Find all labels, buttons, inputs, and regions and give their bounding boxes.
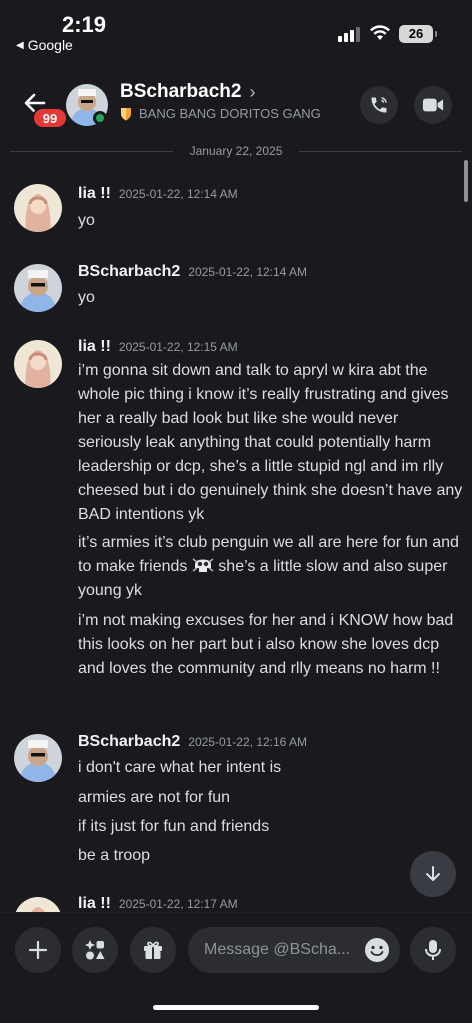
message-author[interactable]: BScharbach2 2025-01-22, 12:14 AM	[78, 263, 307, 281]
video-call-button[interactable]	[414, 86, 452, 124]
avatar[interactable]	[14, 340, 62, 388]
shield-tag-icon	[121, 107, 131, 120]
avatar[interactable]	[14, 264, 62, 312]
back-triangle-icon: ◀	[16, 39, 24, 51]
server-tag-label: BANG BANG DORITOS GANG	[139, 106, 321, 121]
message-text: yo	[78, 289, 95, 306]
message-text: if its just for fun and friends	[78, 818, 270, 835]
message-input-placeholder: Message @BScha...	[204, 941, 351, 958]
smiley-icon[interactable]	[364, 937, 390, 963]
date-divider: January 22, 2025	[10, 143, 462, 159]
dm-username: BScharbach2	[120, 81, 242, 102]
scrollbar[interactable]	[464, 160, 468, 202]
wifi-icon	[370, 25, 390, 40]
message-timestamp: 2025-01-22, 12:15 AM	[118, 340, 238, 354]
jump-to-latest-button[interactable]	[410, 851, 456, 897]
message-timestamp: 2025-01-22, 12:14 AM	[118, 187, 238, 201]
message-author[interactable]: BScharbach2 2025-01-22, 12:16 AM	[78, 733, 307, 751]
server-tag: BANG BANG DORITOS GANG	[120, 106, 321, 121]
message-author[interactable]: lia !! 2025-01-22, 12:15 AM	[78, 338, 238, 356]
apps-button[interactable]	[72, 927, 118, 973]
plus-icon	[28, 940, 48, 960]
online-status-dot	[93, 111, 107, 125]
gift-button[interactable]	[130, 927, 176, 973]
message-input[interactable]: Message @BScha...	[188, 927, 400, 973]
back-app-label: Google	[27, 37, 73, 53]
arrow-down-icon	[426, 866, 440, 881]
avatar[interactable]	[14, 734, 62, 782]
message-timestamp: 2025-01-22, 12:14 AM	[188, 265, 308, 279]
message-text: i’m not making excuses for her and i KNO…	[78, 612, 454, 677]
video-icon	[422, 98, 444, 112]
phone-icon	[371, 97, 387, 113]
battery-indicator: 26	[399, 25, 437, 43]
message-author[interactable]: lia !! 2025-01-22, 12:14 AM	[78, 185, 238, 203]
message-group: lia !! 2025-01-22, 12:17 AM	[0, 893, 472, 912]
message-timestamp: 2025-01-22, 12:16 AM	[188, 735, 308, 749]
message-text: armies are not for fun	[78, 789, 231, 806]
message-author[interactable]: lia !! 2025-01-22, 12:17 AM	[78, 895, 238, 912]
apps-icon	[85, 940, 105, 960]
status-bar: 2:19 ◀ Google 26	[0, 0, 472, 60]
message-text: be a troop	[78, 847, 151, 864]
home-indicator[interactable]	[153, 1005, 319, 1010]
cellular-signal-icon	[338, 27, 360, 42]
back-to-app-link[interactable]: ◀ Google	[16, 37, 73, 53]
unread-badge: 99	[32, 107, 68, 129]
voice-message-button[interactable]	[410, 927, 456, 973]
skull-emoji-icon	[192, 558, 214, 572]
dm-header: 99 BScharbach2 › BANG BANG DORITOS GANG	[0, 76, 472, 138]
gift-icon	[144, 941, 162, 959]
avatar[interactable]	[14, 897, 62, 912]
message-text: i’m gonna sit down and talk to apryl w k…	[78, 362, 463, 523]
chevron-right-icon: ›	[249, 81, 256, 102]
message-timestamp: 2025-01-22, 12:17 AM	[118, 897, 238, 911]
message-text: i don't care what her intent is	[78, 759, 282, 776]
message-text: yo	[78, 212, 95, 229]
dm-title[interactable]: BScharbach2 ›	[120, 81, 255, 103]
message-text: it’s armies it’s club penguin we all are…	[78, 534, 459, 599]
attach-button[interactable]	[15, 927, 61, 973]
voice-call-button[interactable]	[360, 86, 398, 124]
date-divider-label: January 22, 2025	[181, 144, 291, 158]
avatar[interactable]	[14, 184, 62, 232]
microphone-icon	[425, 940, 441, 960]
clock: 2:19	[62, 12, 107, 37]
